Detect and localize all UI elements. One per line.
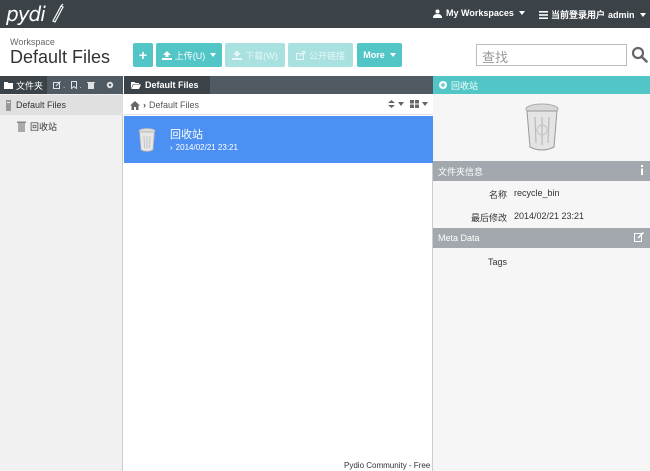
list-icon	[539, 10, 548, 19]
tab-folders[interactable]: 文件夹	[0, 76, 48, 94]
file-meta: › 2014/02/21 23:21	[170, 143, 238, 152]
app-logo[interactable]: pydi	[6, 2, 46, 26]
tree-item-label: 回收站	[30, 121, 58, 132]
dot-separator-icon: .	[63, 80, 66, 90]
user-name-label: admin	[608, 9, 635, 20]
upload-icon	[161, 50, 172, 60]
details-header-label: 回收站	[451, 80, 479, 91]
search-icon[interactable]	[631, 46, 648, 63]
upload-button-label: 上传(U)	[174, 50, 206, 61]
chevron-down-icon	[389, 53, 396, 57]
add-button-label: +	[138, 47, 148, 63]
my-workspaces-label: My Workspaces	[446, 8, 514, 18]
trash-icon	[138, 128, 156, 152]
pen-logo-icon	[52, 3, 64, 23]
info-key: 名称	[488, 190, 507, 200]
download-icon	[232, 50, 243, 60]
trash-icon	[17, 121, 26, 132]
view-mode-button[interactable]	[410, 100, 428, 108]
chevron-down-icon	[518, 11, 525, 15]
bookmark-icon	[71, 81, 78, 89]
tree-item-default-files[interactable]: Default Files	[0, 95, 123, 115]
tab-folders-label: 文件夹	[16, 80, 44, 91]
footer-text: Pydio Community - Free r	[344, 461, 433, 470]
meta-key: Tags	[487, 257, 507, 267]
sort-icon	[388, 100, 395, 108]
info-value: 2014/02/21 23:21	[514, 211, 585, 221]
my-workspaces-menu[interactable]: My Workspaces	[432, 8, 525, 18]
download-button-label: 下载(W)	[245, 50, 278, 61]
details-header: 回收站	[433, 76, 650, 94]
dot-separator-icon: .	[79, 80, 82, 90]
tab-default-files[interactable]: Default Files	[124, 76, 210, 94]
info-value: recycle_bin	[514, 188, 560, 198]
page-title: Default Files	[10, 47, 111, 67]
download-button[interactable]: 下载(W)	[225, 43, 285, 67]
top-bar: pydi My Workspaces 当前登录用户 admin	[0, 0, 650, 28]
share-icon	[295, 50, 306, 60]
breadcrumb-item[interactable]: Default Files	[149, 100, 199, 110]
info-key: 最后修改	[470, 213, 507, 223]
user-prefix-label: 当前登录用户	[551, 10, 606, 20]
tab-default-files-label: Default Files	[145, 80, 199, 90]
drive-icon	[6, 99, 11, 111]
search-input[interactable]: 查找	[476, 44, 627, 66]
user-menu[interactable]: 当前登录用户 admin	[539, 8, 646, 21]
meta-data-title: Meta Data	[438, 233, 480, 243]
share-link-button-label: 公开链接	[308, 50, 345, 61]
chevron-down-icon	[210, 53, 217, 57]
breadcrumb: › Default Files	[124, 96, 433, 115]
edit-icon[interactable]	[634, 232, 644, 242]
folder-info-section[interactable]: 文件夹信息	[433, 161, 650, 181]
trash-icon	[87, 82, 96, 89]
file-name: 回收站	[170, 128, 203, 141]
folder-tree: Default Files 回收站	[0, 94, 123, 471]
tab-share[interactable]: .	[53, 81, 65, 90]
home-icon[interactable]	[130, 100, 140, 110]
meta-data-section[interactable]: Meta Data	[433, 228, 650, 248]
tab-bookmarks[interactable]: .	[71, 81, 81, 90]
share-icon	[53, 81, 61, 89]
folder-icon	[4, 81, 13, 89]
tree-item-recycle-bin[interactable]: 回收站	[0, 116, 123, 136]
tab-trash[interactable]	[87, 81, 96, 89]
chevron-down-icon	[398, 102, 404, 106]
workspace-label: Workspace	[10, 37, 55, 47]
sort-button[interactable]	[388, 100, 404, 108]
chevron-down-icon	[422, 102, 428, 106]
upload-button[interactable]: 上传(U)	[156, 43, 222, 67]
chevron-right-icon: ›	[143, 100, 146, 110]
file-list-header: Default Files	[124, 76, 433, 94]
left-panel-header: 文件夹 . .	[0, 76, 123, 94]
chevron-down-icon	[639, 12, 646, 17]
file-list: 回收站 › 2014/02/21 23:21	[124, 116, 433, 471]
settings-button[interactable]	[106, 81, 114, 89]
add-button[interactable]: +	[133, 43, 153, 67]
trash-large-icon	[525, 103, 559, 151]
info-icon	[641, 165, 643, 175]
more-button-label: More	[363, 50, 385, 60]
gear-icon	[107, 81, 114, 89]
folder-info-title: 文件夹信息	[438, 166, 484, 177]
grid-icon	[410, 100, 419, 108]
details-panel: 文件夹信息 名称 recycle_bin 最后修改 2014/02/21 23:…	[433, 94, 650, 471]
users-icon	[433, 9, 442, 18]
share-link-button[interactable]: 公开链接	[288, 43, 353, 67]
plus-circle-icon	[439, 81, 447, 89]
file-modified: 2014/02/21 23:21	[175, 143, 238, 152]
folder-open-icon	[131, 81, 141, 89]
more-button[interactable]: More	[357, 43, 402, 67]
file-row-recycle-bin[interactable]: 回收站 › 2014/02/21 23:21	[124, 116, 433, 163]
chevron-right-icon: ›	[170, 143, 173, 152]
view-controls	[388, 100, 428, 108]
tree-item-label: Default Files	[16, 100, 67, 110]
